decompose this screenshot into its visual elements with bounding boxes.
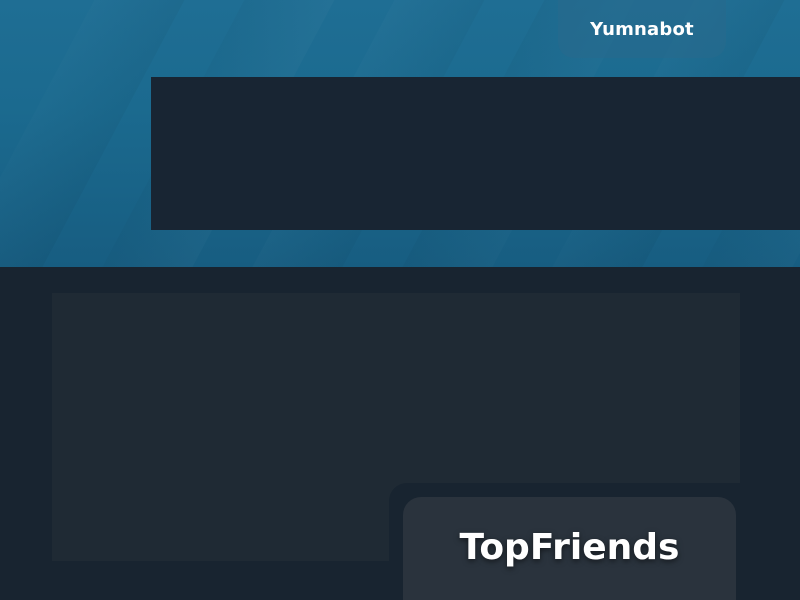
profile-card[interactable]: TopFriends: [403, 497, 736, 600]
brand-name: Yumnabot: [590, 18, 694, 40]
banner-content-box: [151, 77, 800, 230]
brand-tab[interactable]: Yumnabot: [558, 0, 726, 58]
card-title: TopFriends: [459, 527, 680, 568]
